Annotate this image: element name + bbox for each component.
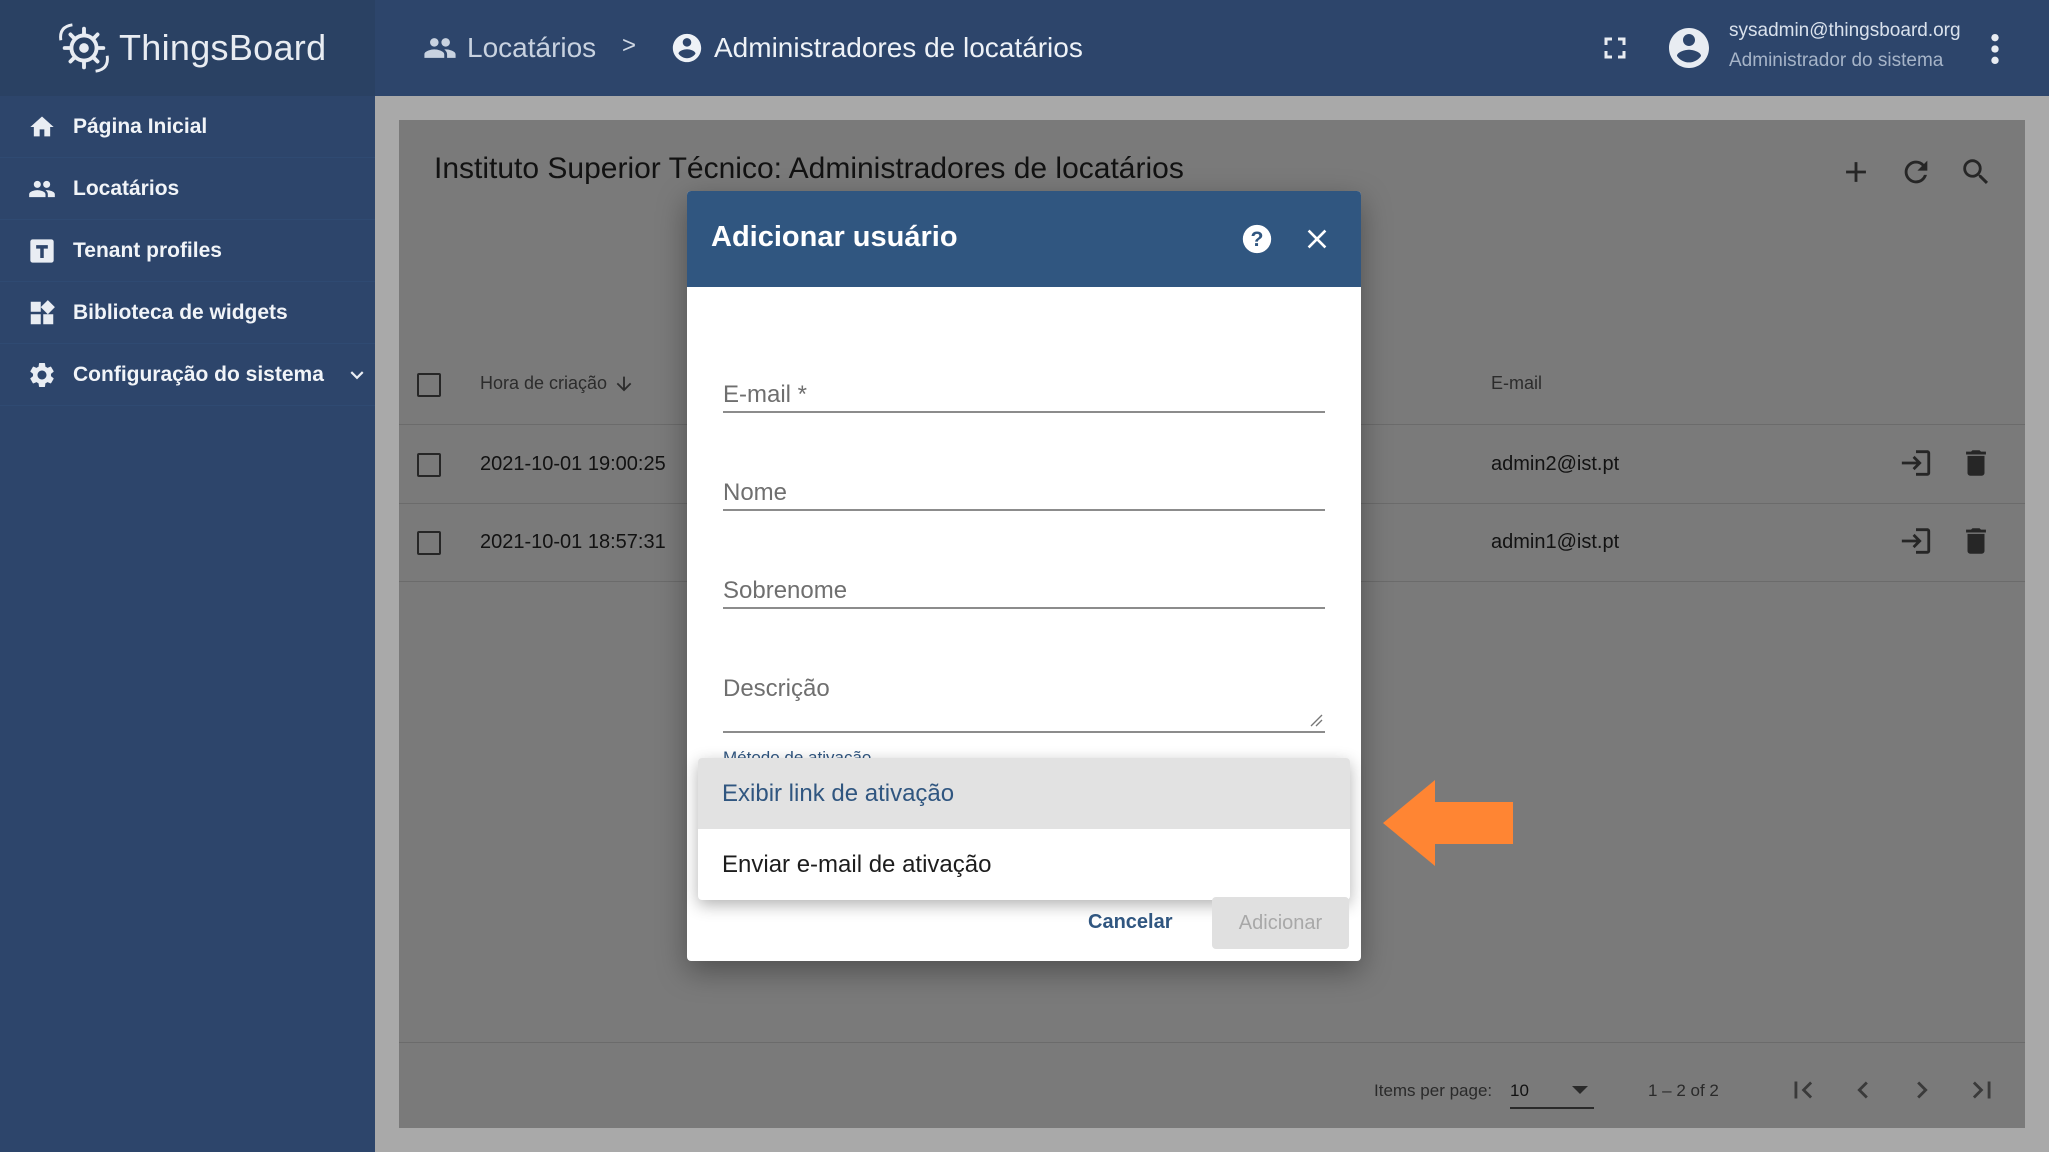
sidebar: ThingsBoard Página Inicial Locatários Te…	[0, 0, 375, 1152]
user-email: sysadmin@thingsboard.org	[1729, 20, 1961, 41]
sidebar-nav: Página Inicial Locatários Tenant profile…	[0, 96, 375, 406]
people-icon	[26, 173, 58, 205]
sidebar-item-tenant-profiles[interactable]: Tenant profiles	[0, 220, 375, 282]
annotation-arrow-icon	[1383, 780, 1513, 866]
column-header-email[interactable]: E-mail	[1491, 373, 1542, 394]
login-icon[interactable]	[1899, 446, 1933, 480]
first-name-field[interactable]: Nome	[723, 457, 1325, 511]
more-vert-icon[interactable]	[1987, 32, 2003, 66]
resize-handle-icon[interactable]	[1309, 713, 1323, 727]
help-icon[interactable]: ?	[1240, 222, 1274, 256]
sidebar-item-label: Biblioteca de widgets	[73, 300, 288, 324]
last-name-field-label: Sobrenome	[723, 577, 848, 604]
cancel-button[interactable]: Cancelar	[1088, 904, 1173, 940]
breadcrumb-label: Administradores de locatários	[714, 32, 1083, 63]
refresh-icon[interactable]	[1899, 155, 1933, 189]
svg-text:?: ?	[1251, 227, 1264, 251]
email-field-label: E-mail *	[723, 381, 808, 408]
sidebar-item-home[interactable]: Página Inicial	[0, 96, 375, 158]
account-circle-icon	[672, 33, 702, 63]
sidebar-item-label: Locatários	[73, 176, 180, 200]
caret-down-icon	[1572, 1086, 1588, 1094]
activation-method-dropdown: Exibir link de ativação Enviar e-mail de…	[698, 758, 1350, 900]
first-page-icon[interactable]	[1786, 1073, 1820, 1107]
page-size-select[interactable]: 10	[1510, 1069, 1594, 1109]
page-size-value: 10	[1510, 1081, 1529, 1100]
delete-icon[interactable]	[1959, 446, 1993, 480]
previous-page-icon[interactable]	[1846, 1073, 1880, 1107]
people-icon	[424, 38, 456, 58]
created-time-cell: 2021-10-01 19:00:25	[480, 453, 666, 475]
dialog-header: Adicionar usuário ?	[687, 191, 1361, 287]
widgets-icon	[26, 297, 58, 329]
sidebar-item-tenants[interactable]: Locatários	[0, 158, 375, 220]
sidebar-item-label: Configuração do sistema	[73, 362, 324, 386]
paginator: Items per page: 10 1 – 2 of 2	[399, 1042, 2025, 1128]
sidebar-item-label: Página Inicial	[73, 114, 208, 138]
description-field-label: Descrição	[723, 675, 830, 702]
email-cell: admin2@ist.pt	[1491, 453, 1620, 475]
app-logo[interactable]: ThingsBoard	[0, 0, 375, 96]
last-name-field[interactable]: Sobrenome	[723, 555, 1325, 609]
select-all-checkbox[interactable]	[417, 373, 441, 397]
top-bar: Locatários > Administradores de locatári…	[375, 0, 2049, 96]
user-role: Administrador do sistema	[1729, 50, 1944, 71]
sidebar-item-label: Tenant profiles	[73, 238, 222, 262]
next-page-icon[interactable]	[1905, 1073, 1939, 1107]
first-name-field-label: Nome	[723, 479, 788, 506]
range-label: 1 – 2 of 2	[1648, 1081, 1719, 1100]
option-display-activation-link[interactable]: Exibir link de ativação	[698, 758, 1350, 829]
row-checkbox[interactable]	[417, 531, 441, 555]
email-field[interactable]: E-mail *	[723, 359, 1325, 413]
gear-icon	[26, 359, 58, 391]
breadcrumb-label: Locatários	[467, 32, 597, 63]
login-icon[interactable]	[1899, 524, 1933, 558]
created-time-cell: 2021-10-01 18:57:31	[480, 531, 666, 553]
search-icon[interactable]	[1959, 155, 1993, 189]
email-cell: admin1@ist.pt	[1491, 531, 1620, 553]
account-circle-icon[interactable]	[1665, 24, 1713, 72]
row-checkbox[interactable]	[417, 453, 441, 477]
last-page-icon[interactable]	[1965, 1073, 1999, 1107]
close-icon[interactable]	[1301, 223, 1333, 255]
delete-icon[interactable]	[1959, 524, 1993, 558]
arrow-down-icon	[616, 376, 632, 392]
breadcrumb-tenant-admins: Administradores de locatários	[670, 0, 1083, 96]
breadcrumb-separator: >	[622, 32, 637, 59]
app-name: ThingsBoard	[119, 27, 327, 68]
dialog-title: Adicionar usuário	[711, 221, 958, 253]
thingsboard-logo-icon	[59, 23, 109, 73]
description-field[interactable]: Descrição	[723, 653, 1325, 733]
option-send-activation-email[interactable]: Enviar e-mail de ativação	[698, 829, 1350, 900]
sidebar-item-widgets-library[interactable]: Biblioteca de widgets	[0, 282, 375, 344]
tenant-profile-icon	[26, 235, 58, 267]
chevron-down-icon[interactable]	[344, 362, 370, 388]
fullscreen-icon[interactable]	[1597, 30, 1633, 66]
add-button[interactable]: Adicionar	[1212, 897, 1349, 949]
page-title: Instituto Superior Técnico: Administrado…	[434, 152, 1184, 185]
sidebar-item-system-settings[interactable]: Configuração do sistema	[0, 344, 375, 406]
items-per-page-label: Items per page:	[1374, 1081, 1493, 1100]
home-icon	[26, 111, 58, 143]
breadcrumb-tenants[interactable]: Locatários	[423, 0, 596, 96]
add-icon[interactable]	[1839, 155, 1873, 189]
column-header-created-time[interactable]: Hora de criação	[480, 373, 607, 394]
